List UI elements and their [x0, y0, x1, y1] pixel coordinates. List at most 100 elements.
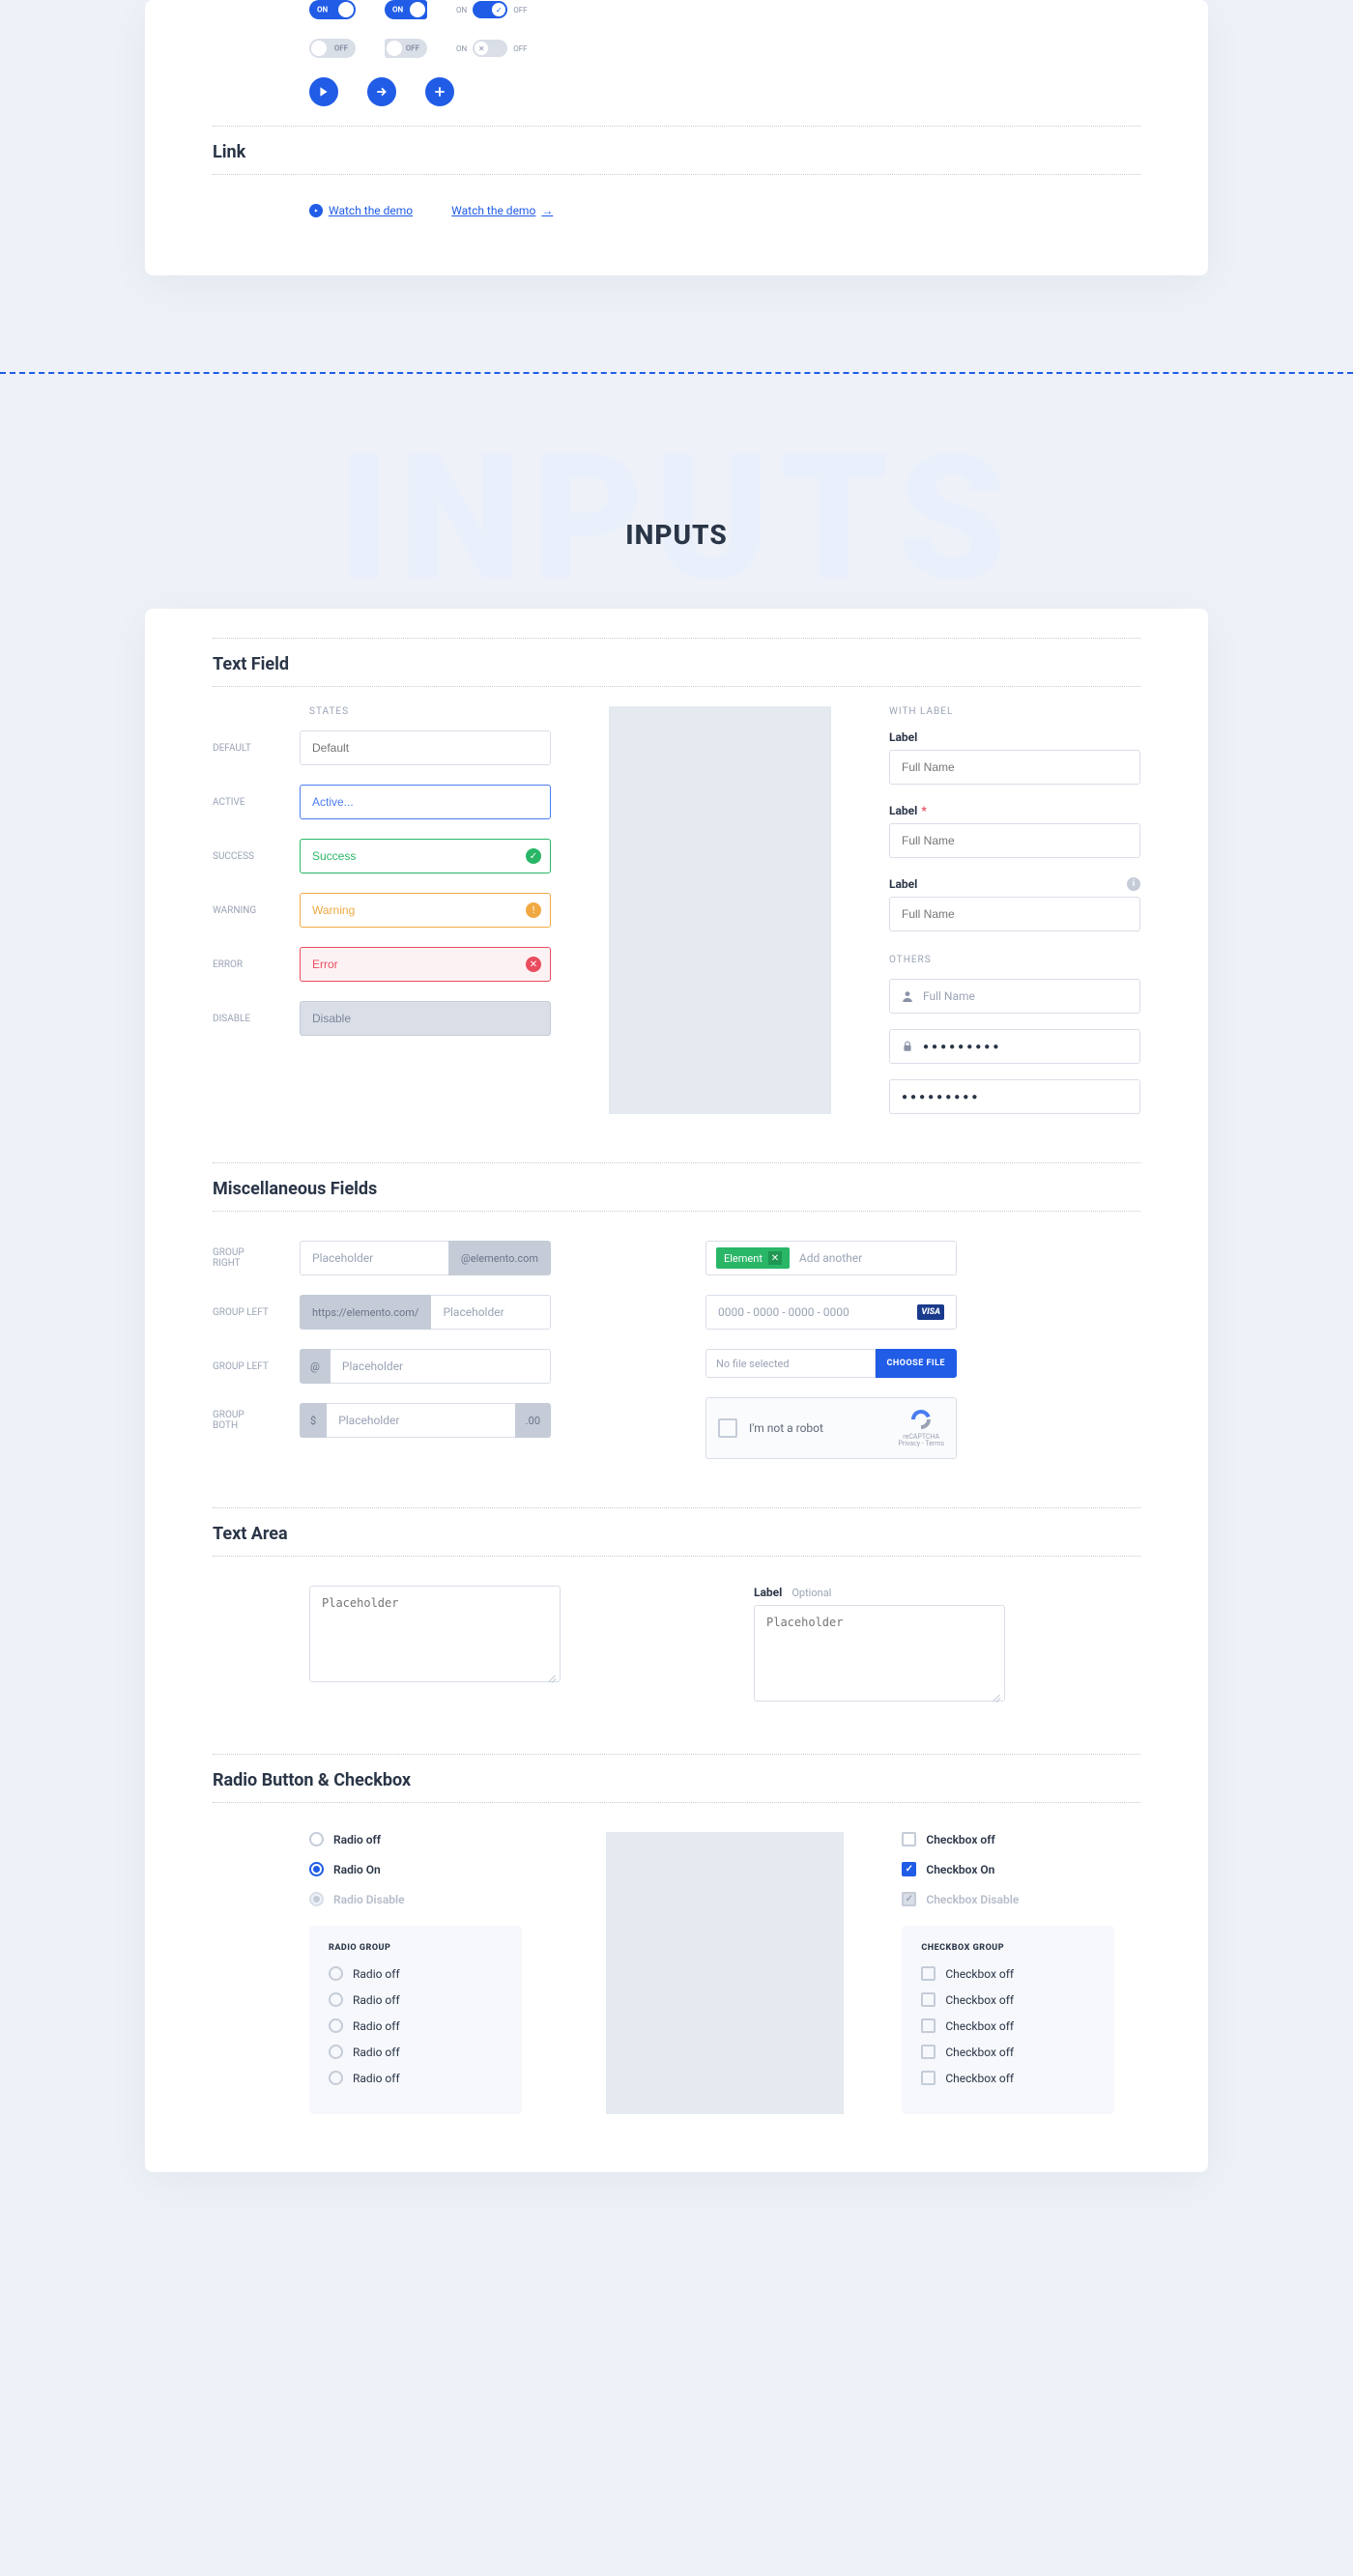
group-left-icon-input[interactable]: @Placeholder [300, 1349, 551, 1384]
at-icon: @ [300, 1349, 331, 1384]
inputs-card: Text Field STATES DEFAULT ACTIVE SUCCESS… [145, 609, 1208, 2172]
radio-column: Radio off Radio On Radio Disable RADIO G… [213, 1832, 548, 2114]
others-header: OTHERS [889, 955, 1140, 965]
toggle-on-1[interactable]: ON [309, 0, 356, 19]
page-divider [0, 372, 1353, 374]
user-icon [902, 987, 913, 1006]
divider [213, 686, 1140, 687]
divider [213, 174, 1140, 175]
inputs-title: INPUTS [0, 519, 1353, 551]
vertical-divider [606, 1832, 845, 2114]
radio-group-item[interactable]: Radio off [329, 2071, 503, 2085]
misc-columns: GROUP RIGHT Placeholder@elemento.com GRO… [213, 1241, 1140, 1459]
misc-header: Miscellaneous Fields [213, 1163, 1140, 1211]
checkbox-on[interactable]: Checkbox On [902, 1862, 1140, 1876]
warning-input[interactable] [300, 893, 551, 928]
active-input[interactable] [300, 785, 551, 819]
field-label: Label [889, 730, 1140, 744]
arrow-button[interactable] [367, 77, 396, 106]
divider [213, 1556, 1140, 1557]
group-left-input[interactable]: https://elemento.com/Placeholder [300, 1295, 551, 1330]
watch-demo-link-2[interactable]: Watch the demo → [451, 204, 553, 217]
play-icon [309, 204, 323, 217]
radio-icon [309, 1862, 324, 1876]
radio-group-item[interactable]: Radio off [329, 1992, 503, 2007]
misc-left: GROUP RIGHT Placeholder@elemento.com GRO… [213, 1241, 648, 1459]
radio-group-item[interactable]: Radio off [329, 1966, 503, 1981]
checkbox-group-item[interactable]: Checkbox off [921, 2071, 1095, 2085]
circle-button-row [213, 77, 1140, 106]
info-icon[interactable]: i [1127, 877, 1140, 891]
lock-icon [902, 1038, 913, 1056]
toggle-off-row: OFF OFF ON ✕ OFF [213, 39, 1140, 58]
checkbox-column: Checkbox off Checkbox On Checkbox Disabl… [902, 1832, 1140, 2114]
success-input[interactable] [300, 839, 551, 873]
captcha-checkbox[interactable] [718, 1418, 737, 1438]
resize-handle-icon[interactable] [992, 1692, 1001, 1702]
radio-icon [309, 1832, 324, 1846]
file-input[interactable]: No file selected CHOOSE FILE [705, 1349, 957, 1378]
error-icon: ✕ [526, 957, 541, 972]
group-right-input[interactable]: Placeholder@elemento.com [300, 1241, 551, 1275]
radio-group-item[interactable]: Radio off [329, 2045, 503, 2059]
textfield-columns: STATES DEFAULT ACTIVE SUCCESS✓ WARNING! … [213, 706, 1140, 1114]
radio-icon [309, 1892, 324, 1906]
textarea-1[interactable] [309, 1586, 561, 1682]
states-column: STATES DEFAULT ACTIVE SUCCESS✓ WARNING! … [213, 706, 551, 1114]
toggle-onoff-off[interactable]: ON ✕ OFF [456, 40, 528, 57]
textarea-header: Text Area [213, 1508, 1140, 1556]
name-input-icon[interactable]: Full Name [889, 979, 1140, 1014]
checkbox-group-item[interactable]: Checkbox off [921, 2018, 1095, 2033]
toggle-onoff-on[interactable]: ON ✓ OFF [456, 1, 528, 18]
checkbox-icon [902, 1862, 916, 1876]
tag-remove-icon[interactable]: ✕ [768, 1251, 782, 1265]
play-button[interactable] [309, 77, 338, 106]
link-header: Link [213, 127, 1140, 174]
field-label-required: Label* [889, 804, 1140, 817]
withlabel-header: WITH LABEL [889, 706, 1140, 717]
disable-input [300, 1001, 551, 1036]
toggle-on-row: ON ON ON ✓ OFF [213, 0, 1140, 19]
password-input-1[interactable]: ●●●●●●●●● [889, 1029, 1140, 1064]
checkbox-off[interactable]: Checkbox off [902, 1832, 1140, 1846]
resize-handle-icon[interactable] [547, 1673, 557, 1682]
label-input-1[interactable] [889, 750, 1140, 785]
link-row: Watch the demo Watch the demo → [213, 204, 1140, 217]
group-both-input[interactable]: $Placeholder.00 [300, 1403, 551, 1438]
radio-off[interactable]: Radio off [309, 1832, 548, 1846]
toggle-on-2[interactable]: ON [385, 0, 427, 19]
recaptcha-icon: reCAPTCHA Privacy - Terms [898, 1408, 944, 1448]
toggle-off-2[interactable]: OFF [385, 39, 427, 58]
tag-input[interactable]: Element✕ Add another [705, 1241, 957, 1275]
radio-on[interactable]: Radio On [309, 1862, 548, 1876]
radio-group: RADIO GROUP Radio off Radio off Radio of… [309, 1926, 522, 2114]
default-input[interactable] [300, 730, 551, 765]
error-input[interactable] [300, 947, 551, 982]
toggle-off-1[interactable]: OFF [309, 39, 356, 58]
check-icon: ✓ [526, 848, 541, 864]
textarea-2[interactable] [754, 1605, 1005, 1702]
vertical-divider [609, 706, 831, 1114]
radio-columns: Radio off Radio On Radio Disable RADIO G… [213, 1832, 1140, 2114]
warning-icon: ! [526, 902, 541, 918]
label-input-3[interactable] [889, 897, 1140, 931]
buttons-card: ON ON ON ✓ OFF OFF OFF ON ✕ OFF Link Wat… [145, 0, 1208, 275]
visa-icon: VISA [917, 1304, 944, 1320]
radio-group-item[interactable]: Radio off [329, 2018, 503, 2033]
password-input-2[interactable]: ●●●●●●●●● [889, 1079, 1140, 1114]
recaptcha[interactable]: I'm not a robot reCAPTCHA Privacy - Term… [705, 1397, 957, 1459]
watch-demo-link-1[interactable]: Watch the demo [309, 204, 413, 217]
x-icon: ✕ [475, 42, 488, 55]
plus-button[interactable] [425, 77, 454, 106]
checkbox-disabled: Checkbox Disable [902, 1892, 1140, 1906]
tag-element[interactable]: Element✕ [716, 1247, 790, 1269]
checkbox-group-item[interactable]: Checkbox off [921, 2045, 1095, 2059]
checkbox-group: CHECKBOX GROUP Checkbox off Checkbox off… [902, 1926, 1114, 2114]
arrow-right-icon: → [541, 204, 553, 217]
choose-file-button[interactable]: CHOOSE FILE [876, 1349, 958, 1378]
checkbox-group-item[interactable]: Checkbox off [921, 1992, 1095, 2007]
card-input[interactable]: 0000 - 0000 - 0000 - 0000 VISA [705, 1295, 957, 1330]
textfield-header: Text Field [213, 639, 1140, 686]
checkbox-group-item[interactable]: Checkbox off [921, 1966, 1095, 1981]
label-input-2[interactable] [889, 823, 1140, 858]
